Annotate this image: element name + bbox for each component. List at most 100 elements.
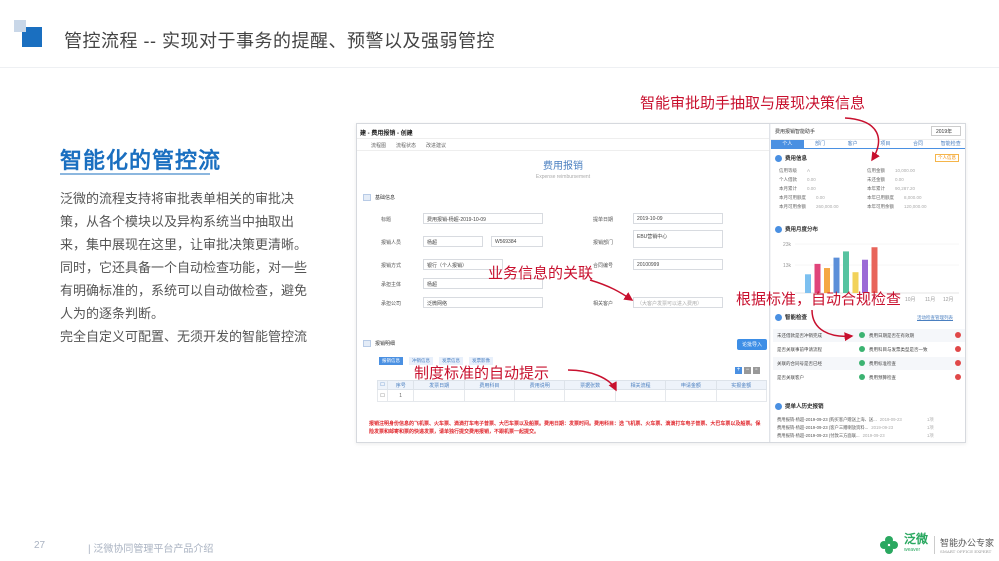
chart-icon: [775, 225, 782, 233]
policy-notice: 报销注明身份信息的飞机票、火车票、滴滴打车电子普票、大巴车票以及船票。费用日期：…: [369, 421, 761, 435]
check-item: 关联的合同号是否已经 费用标准检查: [773, 357, 965, 370]
select-all-checkbox[interactable]: ☐: [377, 380, 388, 390]
contract-input[interactable]: 20100999: [633, 259, 723, 270]
title-underline: [60, 173, 210, 175]
pass-icon: [859, 360, 865, 366]
row-index: 1: [386, 389, 415, 402]
add-row-icon[interactable]: +: [735, 367, 742, 374]
stat-row: 本月可用余额 260,000.00: [779, 204, 839, 209]
page-number: 27: [34, 540, 46, 551]
tab-suggestions[interactable]: 改进建议: [426, 142, 446, 149]
customer-input[interactable]: （大客户发票可以进入费用）: [633, 297, 723, 308]
date-input[interactable]: 2019-10-09: [633, 213, 723, 224]
ticket-count-cell[interactable]: [564, 389, 616, 402]
basic-section-label: 基础信息: [375, 195, 396, 201]
column-header: 相关流程: [614, 380, 667, 390]
desc-paragraph: 泛微的流程支持将审批表单相关的审批决策，从各个模块以及异构系统当中抽取出来，集中…: [60, 191, 308, 252]
method-label: 报销方式: [381, 263, 402, 269]
x-tick-label: 10月: [905, 297, 916, 303]
stat-row: 本年已用额度 8,000.00: [867, 195, 922, 200]
logo-flower-icon: [880, 536, 898, 554]
tab-customer[interactable]: 客户: [836, 140, 869, 148]
history-item[interactable]: 费用报销-杨超-2019-09-23 (购买客户赠送上海、送... 2019-09…: [777, 417, 934, 423]
x-tick-label: 12月: [943, 297, 954, 303]
person-input[interactable]: 杨超: [423, 236, 483, 247]
history-section-head: 提单人历史报销: [775, 402, 824, 410]
detail-section-head: 报销明细: [363, 340, 395, 347]
stat-row: 信用金额 10,000.00: [867, 168, 916, 173]
dept-label: 报销部门: [593, 240, 614, 246]
check-list-link[interactable]: 活动检查管理列表: [917, 315, 953, 321]
expense-desc-cell[interactable]: [514, 389, 566, 402]
check-icon: [775, 313, 782, 321]
customer-label: 相关客户: [593, 301, 614, 307]
row-checkbox[interactable]: ☐: [377, 389, 388, 402]
company-label: 承担公司: [381, 301, 402, 307]
basic-section-head: 基础信息: [363, 194, 395, 201]
subject-input[interactable]: 费用报销-杨超-2019-10-09: [423, 213, 543, 224]
expense-section-label: 费用信息: [785, 156, 808, 162]
tab-project[interactable]: 项目: [869, 140, 902, 148]
panel-title: 费用报销智能助手: [775, 129, 816, 135]
tab-personal[interactable]: 个人: [771, 140, 804, 148]
chart-bar: [871, 247, 878, 293]
column-header: 实报金额: [715, 380, 768, 390]
stat-row: 本年累计 90,287.20: [867, 186, 916, 191]
tab-smart-check[interactable]: 智能检查: [934, 140, 965, 148]
subject-label: 标题: [381, 217, 392, 223]
pass-icon: [859, 346, 865, 352]
remove-row-icon[interactable]: −: [744, 367, 751, 374]
tab-department[interactable]: 部门: [804, 140, 837, 148]
expense-subject-cell[interactable]: [463, 389, 516, 402]
expense-form: 建 - 费用报销 - 创建 流程图 流程状态 改进建议 费用报销 Expense…: [357, 124, 770, 442]
form-tabs: 流程图 流程状态 改进建议: [357, 139, 769, 151]
x-tick-label: 11月: [925, 297, 935, 303]
callout-assistant: 智能审批助手抽取与展现决策信息: [640, 95, 866, 112]
history-section-label: 提单人历史报销: [785, 404, 824, 410]
y-tick-label: 13k: [783, 263, 792, 269]
tab-flowchart[interactable]: 流程图: [371, 142, 386, 149]
history-icon: [775, 402, 782, 410]
header-square-icon: [14, 20, 42, 47]
invoice-date-cell[interactable]: [413, 389, 465, 402]
import-button[interactable]: 论批导入: [737, 339, 768, 350]
column-header: 申请金额: [665, 380, 717, 390]
logo-name: 泛微 weaver: [904, 532, 929, 553]
tab-flow-status[interactable]: 流程状态: [396, 142, 416, 149]
entity-label: 承担主体: [381, 282, 402, 288]
tab-reimburse-info[interactable]: 报销信息: [379, 357, 403, 365]
form-subtitle: Expense reimbursement: [535, 174, 591, 180]
form-title: 费用报销: [543, 161, 583, 172]
dept-input[interactable]: EBU营销中心: [633, 230, 723, 248]
y-tick-label: 23k: [783, 242, 792, 248]
detail-table: ☐ 序号 发票日期 费用科目 费用说明 票据张数 相关流程 申请金额 实报金额 …: [377, 380, 768, 402]
apply-amount-cell[interactable]: [665, 389, 717, 402]
slide-title: 管控流程 -- 实现对于事务的提醒、预警以及强弱管控: [64, 31, 495, 51]
check-section-head: 智能检查: [775, 313, 807, 321]
assistant-panel: 费用报销智能助手 2019年 个人 部门 客户 项目 合同 智能检查 费用信息 …: [771, 124, 965, 442]
app-screenshot: 建 - 费用报销 - 创建 流程图 流程状态 改进建议 费用报销 Expense…: [356, 123, 966, 443]
detail-section-label: 报销明细: [375, 341, 396, 347]
section-icon: [363, 194, 371, 201]
callout-business: 业务信息的关联: [488, 265, 594, 282]
row-tools: + − ▫: [735, 367, 760, 374]
tab-contract[interactable]: 合同: [902, 140, 935, 148]
panel-head: 费用报销智能助手 2019年: [771, 124, 965, 140]
year-select[interactable]: 2019年: [931, 126, 961, 136]
related-flow-cell[interactable]: [614, 389, 667, 402]
copy-row-icon[interactable]: ▫: [753, 367, 760, 374]
check-item: 未还借款是否冲销完成 费用日期是否在有效期: [773, 329, 965, 342]
desc-paragraph: 同时，它还具备一个自动检查功能，对一些有明确标准的，系统可以自动做检查，避免人为…: [60, 260, 308, 321]
table-row: ☐ 1: [377, 389, 768, 402]
slide-header: 管控流程 -- 实现对于事务的提醒、预警以及强弱管控: [0, 0, 999, 68]
history-item[interactable]: 费用报销-杨超-2019-09-23 (客户三赠喇放资料... 2019-09-2…: [777, 425, 934, 431]
form-topbar: 建 - 费用报销 - 创建: [357, 124, 769, 139]
section-icon: [363, 340, 371, 347]
check-item: 是否关联客户 费用预算检查: [773, 371, 965, 384]
actual-amount-cell[interactable]: [715, 389, 768, 402]
person-id-input[interactable]: W569384: [491, 236, 543, 247]
date-label: 提单日期: [593, 217, 614, 223]
history-item[interactable]: 费用报销-杨超-2019-09-23 (付款三方面联... 2019-09-23 1…: [777, 433, 934, 439]
pass-icon: [859, 332, 865, 338]
company-input[interactable]: 泛微网络: [423, 297, 543, 308]
